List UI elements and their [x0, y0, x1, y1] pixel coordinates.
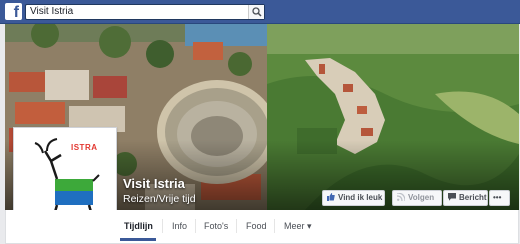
active-tab-indicator	[120, 238, 156, 241]
follow-button-label: Volgen	[408, 193, 435, 202]
tab-food[interactable]: Food	[246, 211, 267, 241]
tab-divider	[195, 219, 196, 233]
search-input[interactable]	[26, 5, 246, 19]
facebook-logo-icon[interactable]: f	[5, 3, 22, 20]
tab-info[interactable]: Info	[172, 211, 187, 241]
tab-timeline[interactable]: Tijdlijn	[124, 211, 153, 241]
tab-divider	[162, 219, 163, 233]
message-button[interactable]: Bericht	[443, 190, 488, 206]
profile-logo-text: ISTRA	[71, 143, 98, 152]
search-button[interactable]	[248, 5, 264, 19]
thumbs-up-icon	[327, 192, 335, 201]
chat-bubble-icon	[448, 192, 456, 201]
search-box[interactable]	[25, 4, 265, 20]
tab-photos[interactable]: Foto's	[204, 211, 228, 241]
follow-button[interactable]: Volgen	[392, 190, 442, 206]
like-button-label: Vind ik leuk	[338, 193, 383, 202]
tab-divider	[274, 219, 275, 233]
rss-icon	[397, 192, 405, 201]
page-title[interactable]: Visit Istria	[123, 176, 185, 191]
message-button-label: Bericht	[459, 193, 487, 202]
like-button[interactable]: Vind ik leuk	[322, 190, 385, 206]
top-navigation-bar: f	[0, 0, 520, 24]
search-icon	[252, 7, 262, 17]
tab-more[interactable]: Meer ▾	[284, 211, 312, 241]
more-options-icon: •••	[493, 193, 502, 202]
tab-divider	[236, 219, 237, 233]
page-category[interactable]: Reizen/Vrije tijd	[123, 193, 196, 205]
more-options-button[interactable]: •••	[489, 190, 510, 206]
